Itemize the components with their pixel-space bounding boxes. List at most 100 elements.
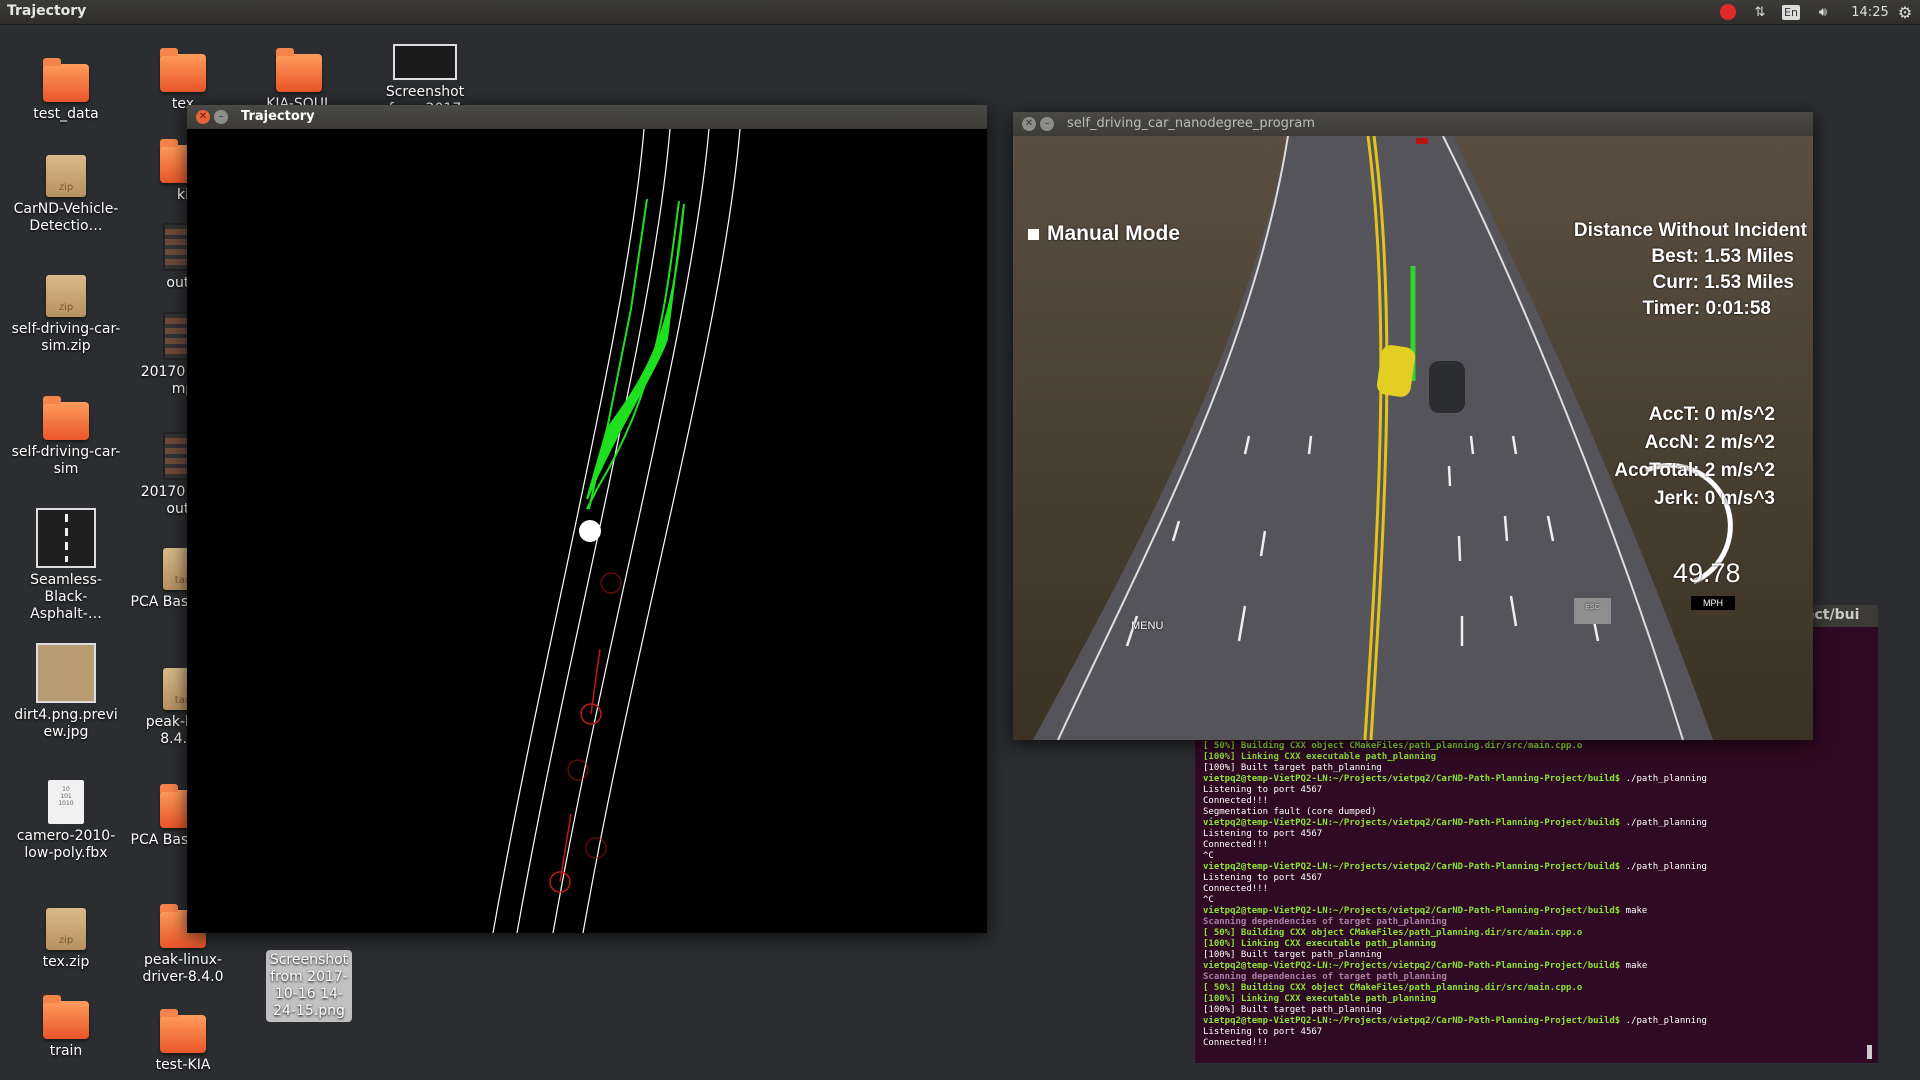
minimize-icon[interactable]: – bbox=[1040, 117, 1054, 131]
distance-title: Distance Without Incident bbox=[1573, 220, 1807, 241]
folder-icon bbox=[43, 396, 89, 440]
volume-icon[interactable]: 🔊︎ bbox=[1810, 2, 1836, 22]
active-window-title: Trajectory bbox=[7, 3, 87, 19]
keyboard-layout-indicator[interactable]: En bbox=[1779, 2, 1803, 22]
desktop-icon-screenshot-selected[interactable]: Screenshot from 2017-10-16 14-24-15.png bbox=[266, 950, 352, 1022]
menu-label[interactable]: MENU bbox=[1131, 620, 1163, 632]
desktop-icon-label: Screenshot from 2017-10-16 14-24-15.png bbox=[269, 952, 349, 1019]
jerk: Jerk: 0 m/s^3 bbox=[1654, 488, 1775, 509]
terminal-line: ^C bbox=[1203, 851, 1214, 861]
esc-key-label[interactable]: ESC bbox=[1574, 604, 1611, 611]
keyboard-layout-label: En bbox=[1782, 4, 1800, 20]
desktop-icon-label: self-driving-car-sim bbox=[11, 444, 121, 477]
terminal-line: [100%] Linking CXX executable path_plann… bbox=[1203, 939, 1436, 949]
terminal-line: Segmentation fault (core dumped) bbox=[1203, 807, 1377, 817]
close-icon[interactable]: ✕ bbox=[196, 110, 210, 124]
manual-mode-checkbox[interactable] bbox=[1028, 229, 1039, 240]
file-type-badge: zip bbox=[58, 302, 74, 313]
top-panel: Trajectory ⇅ En 🔊︎ 14:25 ⚙ bbox=[0, 0, 1920, 25]
terminal-line: [ 50%] Building CXX object CMakeFiles/pa… bbox=[1203, 741, 1583, 751]
record-indicator-icon[interactable] bbox=[1716, 2, 1740, 22]
ego-car bbox=[1429, 361, 1465, 413]
desktop-icon-self-driving-car-sim[interactable]: self-driving-car-sim bbox=[11, 396, 121, 478]
speed-readout: 49.78 bbox=[1673, 558, 1741, 588]
desktop-icon-test-kia[interactable]: test-KIA bbox=[128, 1009, 238, 1074]
trajectory-plot bbox=[187, 129, 987, 933]
terminal-line: vietpq2@temp-VietPQ2-LN:~/Projects/vietp… bbox=[1203, 774, 1707, 784]
desktop-icon-seamless-black-asphalt[interactable]: Seamless-Black-Asphalt-… bbox=[11, 508, 121, 623]
terminal-line: Listening to port 4567 bbox=[1203, 1027, 1323, 1037]
file-type-badge: zip bbox=[58, 182, 74, 193]
terminal-line: Listening to port 4567 bbox=[1203, 829, 1323, 839]
terminal-line: vietpq2@temp-VietPQ2-LN:~/Projects/vietp… bbox=[1203, 906, 1648, 916]
terminal-line: [100%] Built target path_planning bbox=[1203, 950, 1382, 960]
terminal-line: Connected!!! bbox=[1203, 840, 1269, 850]
esc-button-bg bbox=[1574, 598, 1611, 624]
terminal-line: [ 50%] Building CXX object CMakeFiles/pa… bbox=[1203, 983, 1583, 993]
terminal-scrollbar[interactable] bbox=[1867, 1045, 1872, 1059]
other-car bbox=[1376, 345, 1416, 397]
terminal-line: [ 50%] Building CXX object CMakeFiles/pa… bbox=[1203, 928, 1583, 938]
manual-mode-toggle[interactable]: Manual Mode bbox=[1028, 222, 1180, 246]
distance-panel: Distance Without Incident Best: 1.53 Mil… bbox=[1553, 218, 1807, 322]
desktop-icon-label: tex.zip bbox=[42, 954, 90, 970]
terminal-line: Scanning dependencies of target path_pla… bbox=[1203, 917, 1447, 927]
best-distance: Best: 1.53 Miles bbox=[1651, 246, 1794, 267]
desktop-icon-label: train bbox=[49, 1043, 83, 1059]
window-title: self_driving_car_nanodegree_program bbox=[1067, 116, 1315, 131]
desktop-icon-carnd-vehicle-detection[interactable]: zip CarND-Vehicle-Detectio… bbox=[11, 155, 121, 235]
trajectory-window: ✕ – Trajectory bbox=[187, 105, 987, 933]
simulator-window-titlebar[interactable]: ✕ – self_driving_car_nanodegree_program bbox=[1013, 112, 1813, 136]
close-icon[interactable]: ✕ bbox=[1022, 117, 1036, 131]
image-thumbnail-icon bbox=[36, 508, 96, 568]
manual-mode-label: Manual Mode bbox=[1047, 222, 1181, 245]
desktop-icon-label: test-KIA bbox=[155, 1057, 211, 1073]
desktop-icon-label: CarND-Vehicle-Detectio… bbox=[13, 201, 119, 234]
timer: Timer: 0:01:58 bbox=[1642, 298, 1772, 319]
desktop-icon-label: test_data bbox=[33, 106, 99, 122]
folder-icon bbox=[43, 995, 89, 1039]
terminal-line: [100%] Linking CXX executable path_plann… bbox=[1203, 752, 1436, 762]
terminal-line: Scanning dependencies of target path_pla… bbox=[1203, 972, 1447, 982]
terminal-title: ect/bui bbox=[1805, 607, 1860, 623]
screenshot-thumbnail-icon bbox=[393, 44, 457, 80]
binary-file-icon: 10 101 1010 bbox=[48, 780, 84, 824]
terminal-line: [100%] Built target path_planning bbox=[1203, 1005, 1382, 1015]
clock[interactable]: 14:25 bbox=[1850, 2, 1890, 22]
acceleration-panel: AccT: 0 m/s^2 AccN: 2 m/s^2 AccTotal: 2 … bbox=[1533, 401, 1803, 513]
desktop-icon-camero-fbx[interactable]: 10 101 1010 camero-2010-low-poly.fbx bbox=[11, 780, 121, 862]
terminal-line: vietpq2@temp-VietPQ2-LN:~/Projects/vietp… bbox=[1203, 961, 1648, 971]
acc-n: AccN: 2 m/s^2 bbox=[1644, 432, 1775, 453]
image-thumbnail-icon bbox=[36, 643, 96, 703]
desktop-icon-self-driving-car-sim-zip[interactable]: zip self-driving-car-sim.zip bbox=[11, 275, 121, 355]
distant-car bbox=[1416, 138, 1428, 144]
terminal-line: Connected!!! bbox=[1203, 1038, 1269, 1048]
terminal-line: vietpq2@temp-VietPQ2-LN:~/Projects/vietp… bbox=[1203, 862, 1707, 872]
terminal-line: [100%] Linking CXX executable path_plann… bbox=[1203, 994, 1436, 1004]
zip-archive-icon: zip bbox=[46, 908, 86, 950]
terminal-line: ^C bbox=[1203, 895, 1214, 905]
terminal-line: Listening to port 4567 bbox=[1203, 785, 1323, 795]
simulator-window: ✕ – self_driving_car_nanodegree_program bbox=[1013, 112, 1813, 740]
ego-vehicle-marker bbox=[579, 520, 601, 542]
minimize-icon[interactable]: – bbox=[214, 110, 228, 124]
terminal-text: [ 50%] Building CXX object CMakeFiles/pa… bbox=[1195, 738, 1878, 1049]
terminal-line: vietpq2@temp-VietPQ2-LN:~/Projects/vietp… bbox=[1203, 818, 1707, 828]
desktop-icon-tex-zip[interactable]: zip tex.zip bbox=[11, 908, 121, 971]
desktop-icon-dirt4-preview[interactable]: dirt4.png.preview.jpg bbox=[11, 643, 121, 741]
acc-t: AccT: 0 m/s^2 bbox=[1648, 404, 1775, 425]
terminal-output[interactable]: [ 50%] Building CXX object CMakeFiles/pa… bbox=[1195, 738, 1878, 1049]
desktop-icon-test-data[interactable]: test_data bbox=[11, 58, 121, 123]
folder-icon bbox=[160, 1009, 206, 1053]
desktop-icon-label: peak-linux-driver-8.4.0 bbox=[142, 952, 224, 985]
folder-icon bbox=[276, 48, 322, 92]
desktop-icon-label: self-driving-car-sim.zip bbox=[11, 321, 121, 354]
folder-icon bbox=[160, 48, 206, 92]
trajectory-window-titlebar[interactable]: ✕ – Trajectory bbox=[187, 105, 987, 129]
acc-total: AccTotal: 2 m/s^2 bbox=[1614, 460, 1775, 481]
settings-gear-icon[interactable]: ⚙ bbox=[1893, 2, 1917, 22]
speed-unit: MPH bbox=[1691, 596, 1735, 610]
desktop-icon-train[interactable]: train bbox=[11, 995, 121, 1060]
network-icon[interactable]: ⇅ bbox=[1748, 2, 1772, 22]
terminal-line: [100%] Built target path_planning bbox=[1203, 763, 1382, 773]
